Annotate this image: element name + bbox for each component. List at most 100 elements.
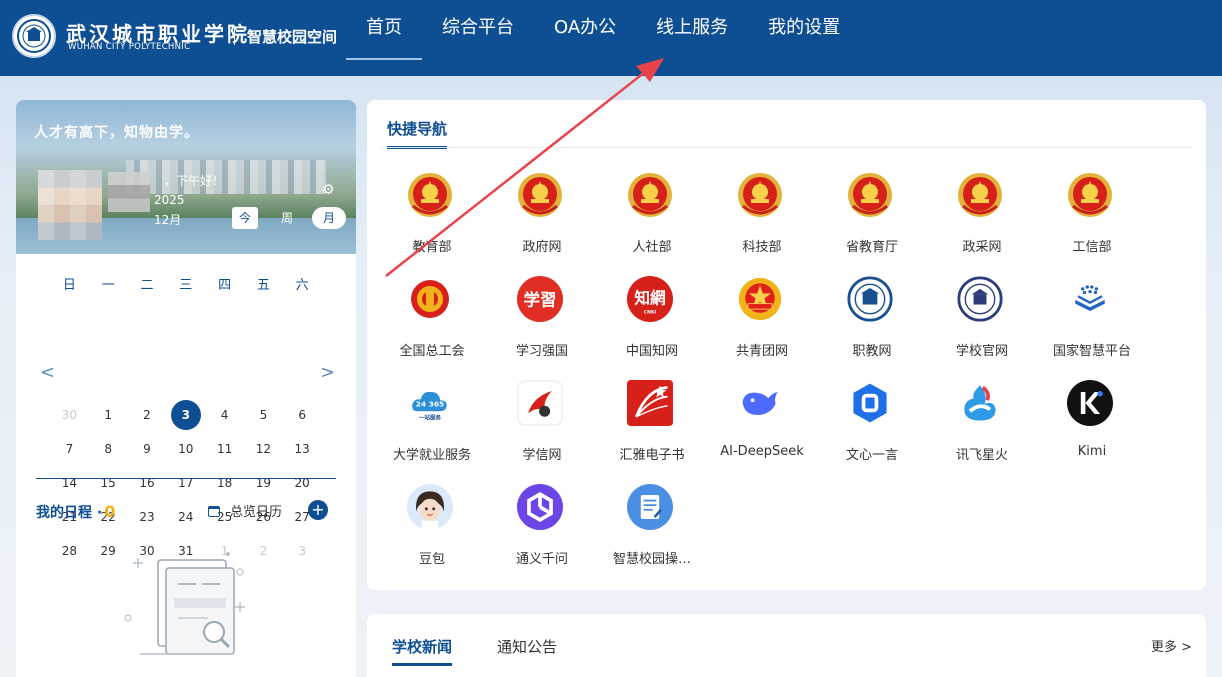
nav-home[interactable]: 首页 xyxy=(346,0,422,76)
view-week-button[interactable]: 周 xyxy=(274,207,300,229)
nav-platform[interactable]: 综合平台 xyxy=(422,0,534,76)
quick-nav-item[interactable]: 文心一言 xyxy=(817,380,927,470)
calendar-day[interactable]: 11 xyxy=(205,432,244,466)
more-link[interactable]: 更多 > xyxy=(1151,636,1192,655)
user-avatar[interactable] xyxy=(38,170,102,240)
weekday-label: 日 xyxy=(62,278,76,293)
quick-nav-item[interactable]: 共青团网 xyxy=(707,276,817,366)
tab-school-news[interactable]: 学校新闻 xyxy=(392,636,453,666)
overview-calendar-link[interactable]: 总览日历 xyxy=(208,501,282,520)
svg-text:24 365: 24 365 xyxy=(416,400,444,409)
view-today-button[interactable]: 今 xyxy=(232,207,258,229)
calendar-day[interactable]: 28 xyxy=(50,534,89,568)
calendar-day[interactable]: 2 xyxy=(128,398,167,432)
calendar-day-number: 12 xyxy=(255,442,272,456)
vocational-edu-icon xyxy=(847,276,893,322)
smart-edu-icon xyxy=(1075,285,1105,311)
quick-nav-label: 讯飞星火 xyxy=(955,448,1008,463)
quick-nav-item[interactable]: 通义千问 xyxy=(487,484,597,574)
calendar-day[interactable]: 16 xyxy=(128,466,167,500)
nav-oa[interactable]: OA办公 xyxy=(534,0,636,76)
quick-nav-item[interactable]: 全国总工会 xyxy=(377,276,487,366)
national-emblem-icon xyxy=(518,173,562,217)
calendar-day[interactable]: 12 xyxy=(244,432,283,466)
gear-icon[interactable]: ⚙ xyxy=(322,182,335,198)
quick-nav-item[interactable]: 24 365 一站服务 大学就业服务 xyxy=(377,380,487,470)
calendar-day[interactable]: 18 xyxy=(205,466,244,500)
quick-nav-item[interactable]: 政采网 xyxy=(927,172,1037,262)
calendar-day[interactable]: 23 xyxy=(128,500,167,534)
chsi-icon xyxy=(517,380,563,426)
calendar-day[interactable]: 10 xyxy=(166,432,205,466)
school-seal-icon[interactable] xyxy=(12,14,56,58)
quick-nav-item[interactable]: 学習 学习强国 xyxy=(487,276,597,366)
smart-edu-icon xyxy=(1067,276,1113,322)
calendar-day-number: 29 xyxy=(100,544,116,558)
quick-nav-item[interactable]: 讯飞星火 xyxy=(927,380,1037,470)
quick-nav-label: 科技部 xyxy=(742,240,782,255)
weekday-label: 五 xyxy=(256,278,270,293)
youth-league-icon xyxy=(738,277,782,321)
quick-nav-item[interactable]: 省教育厅 xyxy=(817,172,927,262)
calendar-day[interactable]: 5 xyxy=(244,398,283,432)
quick-nav-item[interactable]: 科技部 xyxy=(707,172,817,262)
greeting-text: ，下午好！ xyxy=(164,174,225,188)
kimi-icon xyxy=(1067,380,1113,426)
quick-nav-item[interactable]: 工信部 xyxy=(1037,172,1147,262)
calendar-day-number: 3 xyxy=(170,400,201,430)
nav-settings[interactable]: 我的设置 xyxy=(748,0,860,76)
add-schedule-button[interactable]: + xyxy=(308,500,328,520)
deepseek-whale-icon xyxy=(737,380,783,426)
quick-nav-card: 快捷导航 教育部 政府网 人社部科技部 省教育厅 政采网 工信部全国总工会 学習 学习强国 知網… xyxy=(367,100,1206,590)
calendar-day[interactable]: 1 xyxy=(89,398,128,432)
tab-notices[interactable]: 通知公告 xyxy=(497,636,557,657)
quick-nav-item[interactable]: 学信网 xyxy=(487,380,597,470)
calendar-day-today[interactable]: 3 xyxy=(166,398,205,432)
quick-nav-item[interactable]: 学校官网 xyxy=(927,276,1037,366)
calendar-day[interactable]: 6 xyxy=(283,398,322,432)
quick-nav-label: 豆包 xyxy=(418,552,445,567)
quick-nav-item[interactable]: 人社部 xyxy=(597,172,707,262)
calendar-day[interactable]: 8 xyxy=(89,432,128,466)
calendar-day-number: 9 xyxy=(143,442,151,456)
tab-quick-nav[interactable]: 快捷导航 xyxy=(387,118,448,149)
employment-cloud-icon: 24 365 一站服务 xyxy=(407,380,453,426)
national-emblem-icon xyxy=(738,173,782,217)
calendar-next-month[interactable]: > xyxy=(320,362,335,383)
calendar-day-number: 2 xyxy=(259,544,268,558)
cnki-icon: 知網 CNKI xyxy=(627,276,673,322)
calendar-prev-month[interactable]: < xyxy=(40,362,55,383)
calendar-day[interactable]: 17 xyxy=(166,466,205,500)
schedule-title: 我的日程 · 0 xyxy=(36,502,116,521)
national-emblem-icon xyxy=(958,173,1002,217)
nav-online-services[interactable]: 线上服务 xyxy=(636,0,748,76)
calendar-day[interactable]: 20 xyxy=(283,466,322,500)
quick-nav-item[interactable]: 豆包 xyxy=(377,484,487,574)
quick-nav-item[interactable]: Kimi xyxy=(1037,380,1147,470)
quick-nav-item[interactable]: 知網 CNKI 中国知网 xyxy=(597,276,707,366)
calendar-day[interactable]: 30 xyxy=(50,398,89,432)
quick-nav-item[interactable]: 职教网 xyxy=(817,276,927,366)
weekday-label: 一 xyxy=(101,278,115,293)
calendar-day[interactable]: 19 xyxy=(244,466,283,500)
quick-nav-label: Kimi xyxy=(1077,444,1107,459)
view-month-button[interactable]: 月 xyxy=(312,207,346,229)
calendar-day[interactable]: 7 xyxy=(50,432,89,466)
quick-nav-item[interactable]: AI-DeepSeek xyxy=(707,380,817,470)
calendar-day-number: 4 xyxy=(220,408,229,422)
calendar-day[interactable]: 3 xyxy=(283,534,322,568)
calendar-day[interactable]: 13 xyxy=(283,432,322,466)
quick-nav-item[interactable]: 国家智慧平台 xyxy=(1037,276,1147,366)
calendar-day[interactable]: 9 xyxy=(128,432,167,466)
school-seal-icon xyxy=(957,276,1003,322)
doubao-avatar-icon xyxy=(407,484,453,530)
calendar-day[interactable]: 14 xyxy=(50,466,89,500)
quick-nav-item[interactable]: 汇雅电子书 xyxy=(597,380,707,470)
national-emblem-icon xyxy=(517,172,563,218)
quick-nav-item[interactable]: 政府网 xyxy=(487,172,597,262)
calendar-day[interactable]: 24 xyxy=(166,500,205,534)
quick-nav-item[interactable]: 智慧校园操… xyxy=(597,484,707,574)
quick-nav-item[interactable]: 教育部 xyxy=(377,172,487,262)
calendar-day[interactable]: 15 xyxy=(89,466,128,500)
calendar-day[interactable]: 4 xyxy=(205,398,244,432)
